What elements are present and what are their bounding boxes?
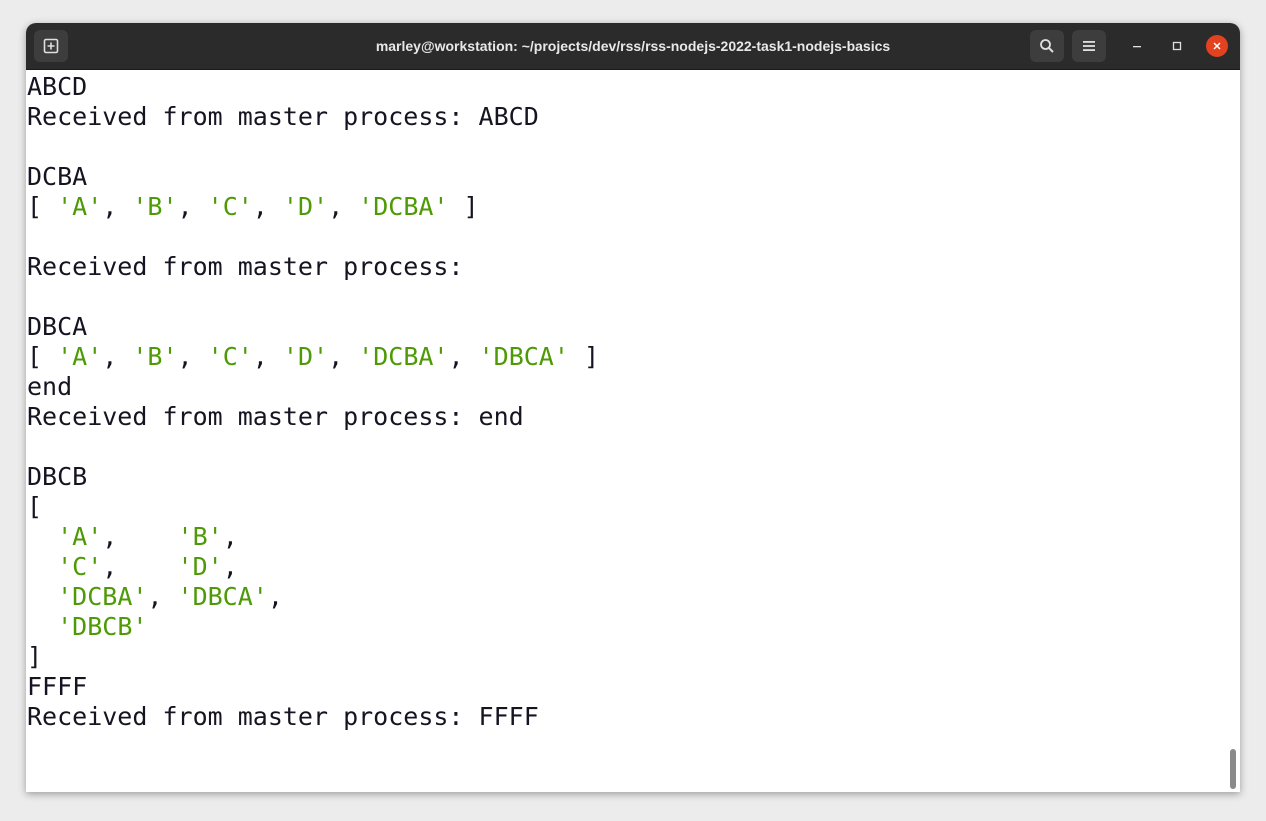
text-token: ,: [222, 552, 238, 581]
search-button[interactable]: [1030, 30, 1064, 62]
text-token: Received from master process:: [27, 252, 464, 281]
terminal-line: DBCB: [27, 462, 87, 492]
text-token: ,: [102, 342, 133, 371]
text-token: ,: [102, 522, 178, 551]
hamburger-menu-icon: [1082, 39, 1096, 53]
menu-button[interactable]: [1072, 30, 1106, 62]
terminal-line: ]: [27, 642, 42, 672]
string-token: 'C': [207, 342, 253, 371]
terminal-line: FFFF: [27, 672, 87, 702]
terminal-window: marley@workstation: ~/projects/dev/rss/r…: [26, 23, 1240, 792]
string-token: 'D': [177, 552, 223, 581]
text-token: DBCA: [27, 312, 88, 341]
maximize-icon: [1172, 41, 1182, 51]
text-token: DBCB: [27, 462, 88, 491]
terminal-line: 'C', 'D',: [27, 552, 238, 582]
string-token: 'DCBA': [358, 342, 449, 371]
terminal-line: [ 'A', 'B', 'C', 'D', 'DCBA' ]: [27, 192, 479, 222]
text-token: ,: [328, 192, 359, 221]
new-tab-icon: [43, 38, 59, 54]
text-token: ,: [448, 342, 479, 371]
terminal-line: [ 'A', 'B', 'C', 'D', 'DCBA', 'DBCA' ]: [27, 342, 599, 372]
string-token: 'A': [57, 192, 103, 221]
terminal-line: 'A', 'B',: [27, 522, 238, 552]
new-tab-button[interactable]: [34, 30, 68, 62]
text-token: [: [27, 342, 58, 371]
text-token: ,: [177, 192, 208, 221]
string-token: 'DCBA': [358, 192, 449, 221]
text-token: ,: [102, 192, 133, 221]
text-token: ,: [177, 342, 208, 371]
terminal-line: end: [27, 372, 72, 402]
terminal-line: 'DCBA', 'DBCA',: [27, 582, 283, 612]
text-token: [: [27, 492, 43, 521]
string-token: 'DBCA': [177, 582, 268, 611]
string-token: 'A': [57, 522, 103, 551]
text-token: Received from master process: end: [27, 402, 524, 431]
text-token: ]: [448, 192, 479, 221]
text-token: end: [27, 372, 73, 401]
string-token: 'B': [132, 342, 178, 371]
terminal-line: DBCA: [27, 312, 87, 342]
search-icon: [1039, 38, 1055, 54]
terminal-line: ABCD: [27, 72, 87, 102]
string-token: 'C': [207, 192, 253, 221]
terminal-line: Received from master process: ABCD: [27, 102, 539, 132]
text-token: Received from master process: FFFF: [27, 702, 539, 731]
text-token: ]: [27, 642, 43, 671]
text-token: ,: [252, 342, 283, 371]
close-icon: [1212, 41, 1222, 51]
text-token: ABCD: [27, 72, 88, 101]
maximize-button[interactable]: [1166, 35, 1188, 57]
title-bar[interactable]: marley@workstation: ~/projects/dev/rss/r…: [26, 23, 1240, 70]
terminal-line: DCBA: [27, 162, 87, 192]
terminal-line: [: [27, 492, 42, 522]
string-token: 'D': [282, 192, 329, 221]
terminal-output[interactable]: ABCD Received from master process: ABCD DC…: [26, 70, 1240, 792]
text-token: ]: [568, 342, 600, 371]
string-token: 'A': [57, 342, 103, 371]
string-token: 'D': [282, 342, 329, 371]
text-token: DCBA: [27, 162, 88, 191]
string-token: 'DCBA': [57, 582, 148, 611]
text-token: [: [27, 192, 58, 221]
terminal-line: Received from master process:: [27, 252, 464, 282]
terminal-line: Received from master process: FFFF: [27, 702, 539, 732]
text-token: Received from master process: ABCD: [27, 102, 539, 131]
string-token: 'DBCB': [57, 612, 148, 641]
text-token: ,: [222, 522, 238, 551]
text-token: ,: [328, 342, 359, 371]
text-token: FFFF: [27, 672, 88, 701]
minimize-icon: [1132, 41, 1142, 51]
text-token: ,: [267, 582, 283, 611]
text-token: ,: [147, 582, 178, 611]
scrollbar-thumb[interactable]: [1230, 749, 1236, 789]
minimize-button[interactable]: [1126, 35, 1148, 57]
text-token: ,: [102, 552, 178, 581]
text-token: ,: [252, 192, 283, 221]
terminal-line: Received from master process: end: [27, 402, 524, 432]
string-token: 'B': [177, 522, 223, 551]
terminal-line: 'DBCB': [27, 612, 147, 642]
close-button[interactable]: [1206, 35, 1228, 57]
string-token: 'C': [57, 552, 103, 581]
string-token: 'B': [132, 192, 178, 221]
string-token: 'DBCA': [478, 342, 569, 371]
